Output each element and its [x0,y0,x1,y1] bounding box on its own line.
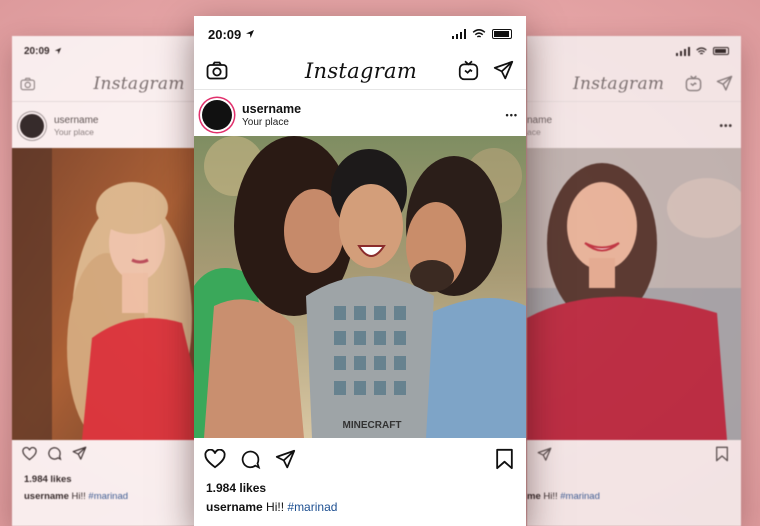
username-label[interactable]: username [242,102,301,116]
caption-username[interactable]: username [206,500,263,514]
avatar[interactable] [202,100,232,130]
app-header: Instagram [194,52,526,90]
center-phone-mockup: 20:09 Instagram username Your place ••• [194,16,526,526]
caption: username Hi!! #marinad [206,500,337,514]
post-actions [537,446,729,462]
post-photo [527,148,741,440]
battery-icon [713,47,729,55]
clock: 20:09 [24,45,50,57]
status-bar [527,36,741,66]
comment-icon[interactable] [240,449,261,470]
shirt-text: MINECRAFT [343,420,402,431]
woman-smiling-photo [527,148,741,440]
post-photo [12,148,210,440]
location-label[interactable]: ace [527,127,552,137]
right-phone-mockup: Instagram name ace ••• me Hi!! #marinad [527,36,741,526]
caption-text: Hi!! [543,491,558,502]
caption: me Hi!! #marinad [527,491,600,502]
post-actions [204,448,514,470]
share-icon[interactable] [72,446,87,461]
bookmark-icon[interactable] [495,448,514,470]
signal-icon [451,29,466,39]
avatar[interactable] [20,114,44,138]
more-options-button[interactable]: ••• [506,110,518,120]
app-header: Instagram [527,66,741,102]
camera-icon[interactable] [20,76,36,92]
igtv-icon[interactable] [685,75,702,92]
left-phone-mockup: 20:09 Instagram username Your place 1.98… [12,36,210,526]
send-icon[interactable] [716,75,733,92]
camera-icon[interactable] [206,61,228,80]
bookmark-icon[interactable] [715,446,729,462]
location-arrow-icon [54,47,61,55]
username-label[interactable]: name [527,115,552,126]
caption-username[interactable]: me [527,491,541,502]
hashtag-link[interactable]: #marinad [287,500,337,514]
likes-count[interactable]: 1.984 likes [206,481,266,495]
caption-text: Hi!! [266,500,285,514]
share-icon[interactable] [537,447,552,462]
hashtag-link[interactable]: #marinad [560,491,600,502]
caption: username Hi!! #marinad [24,491,128,502]
post-actions [22,446,198,461]
likes-count[interactable]: 1.984 likes [24,474,72,485]
status-bar: 20:09 [12,36,210,66]
location-label[interactable]: Your place [54,127,98,137]
heart-icon[interactable] [204,449,226,469]
heart-icon[interactable] [22,446,37,461]
status-bar: 20:09 [194,16,526,52]
more-options-button[interactable]: ••• [719,121,733,132]
instagram-logo: Instagram [573,73,665,94]
post-header: username Your place ••• [194,94,526,136]
instagram-logo: Instagram [93,73,185,94]
username-label[interactable]: username [54,115,98,126]
wifi-icon [472,29,486,38]
caption-text: Hi!! [71,491,86,502]
location-arrow-icon [246,30,255,38]
hashtag-link[interactable]: #marinad [88,491,128,502]
instagram-logo: Instagram [304,58,418,83]
send-icon[interactable] [493,60,514,81]
woman-blonde-photo [12,148,210,440]
post-header: name ace ••• [527,106,741,146]
comment-icon[interactable] [47,446,62,461]
location-label[interactable]: Your place [242,117,301,128]
signal-icon [675,46,690,56]
caption-username[interactable]: username [24,491,69,502]
battery-icon [492,29,512,39]
igtv-icon[interactable] [458,60,479,81]
family-kiss-photo: MINECRAFT [194,136,526,438]
post-photo: MINECRAFT [194,136,526,438]
post-header: username Your place [12,106,210,146]
clock: 20:09 [208,26,242,42]
share-icon[interactable] [275,449,296,470]
wifi-icon [696,46,707,54]
app-header: Instagram [12,66,210,102]
